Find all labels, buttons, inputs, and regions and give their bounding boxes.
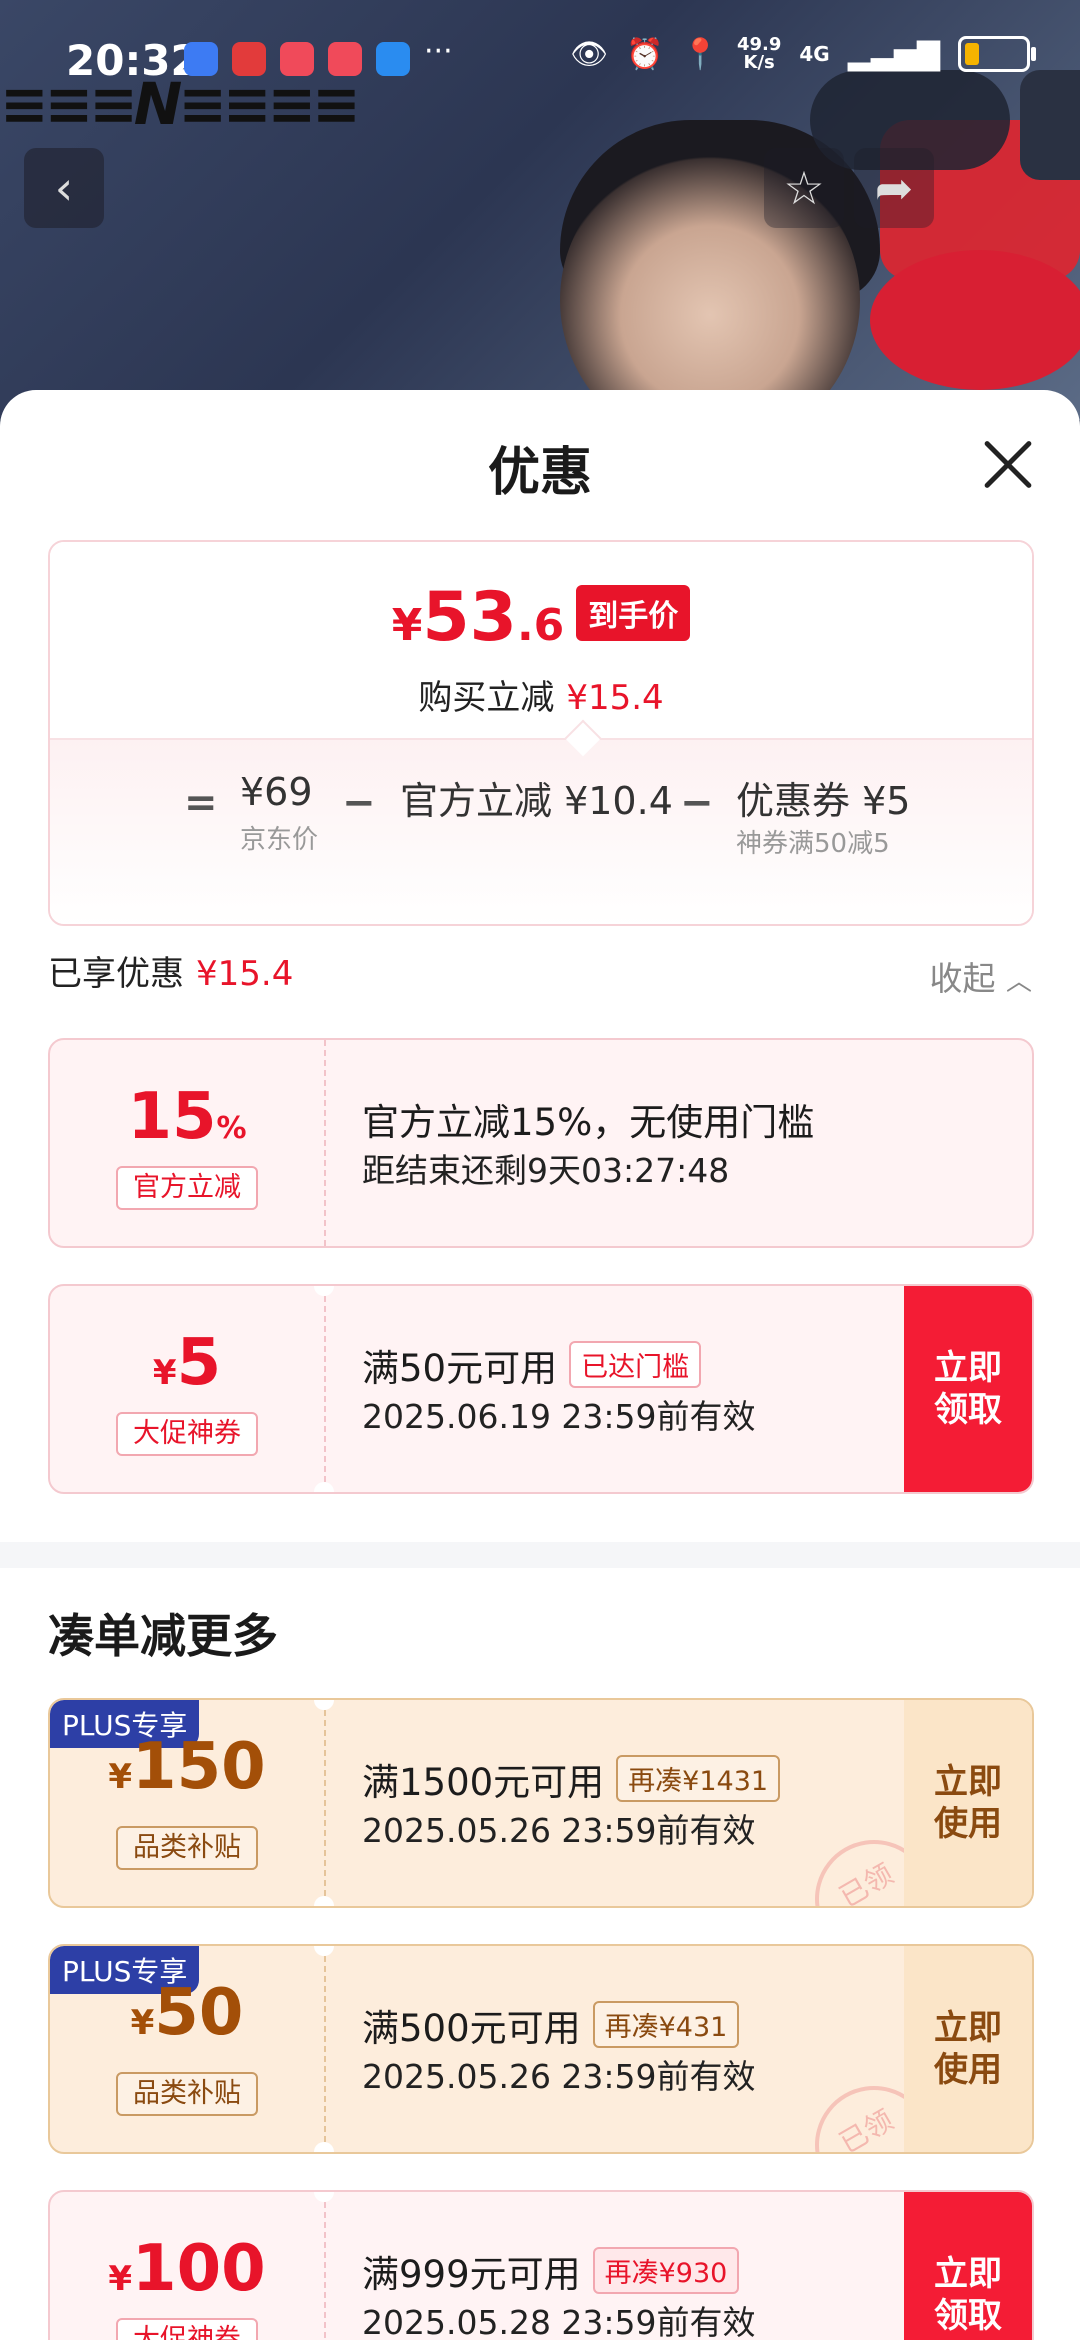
- status-time: 20:32: [66, 36, 200, 85]
- coupon-promo-100: ¥100 大促神券 满999元可用 再凑¥930 2025.05.28 23:59…: [48, 2190, 1034, 2340]
- net-speed: 49.9 K/s: [736, 34, 782, 73]
- chevron-left-icon: ‹: [54, 161, 74, 215]
- coupon-reduction: 优惠券 ¥5: [736, 779, 911, 823]
- section-divider: [0, 1542, 1080, 1568]
- collapse-button[interactable]: 收起 ︿: [929, 952, 1032, 1000]
- coupon-amount: ¥150: [108, 1730, 266, 1804]
- coupon-condition: 满999元可用 再凑¥930: [362, 2244, 740, 2298]
- app-notification-icon: [184, 42, 218, 76]
- section-title-more: 凑单减更多: [48, 1609, 278, 1663]
- final-price-tag: 到手价: [576, 585, 691, 641]
- coupon-description: 官方立减15%，无使用门槛: [362, 1101, 815, 1144]
- official-reduction: 官方立减 ¥10.4: [400, 779, 673, 823]
- coupon-official-reduction: 15% 官方立减 官方立减15%，无使用门槛 距结束还剩9天03:27:48: [48, 1038, 1034, 1248]
- close-button[interactable]: [980, 436, 1036, 492]
- base-price-label: 京东价: [240, 825, 319, 855]
- coupon-condition: 满1500元可用 再凑¥1431: [362, 1752, 781, 1806]
- coupon-kind: 品类补贴: [116, 1826, 258, 1870]
- coupon-amount: ¥5: [152, 1326, 222, 1400]
- network-type: 4G: [799, 42, 830, 66]
- price-formula: = ¥69 京东价 − 官方立减 ¥10.4 − 优惠券 ¥5 神券满50减5: [50, 762, 1032, 902]
- price-breakdown-card: ¥53.6 到手价 购买立减 ¥15.4 = ¥69 京东价 − 官方立减 ¥10.…: [48, 540, 1034, 926]
- more-notifications-icon: ···: [424, 34, 453, 69]
- coupon-condition: 满500元可用 再凑¥431: [362, 1998, 740, 2052]
- coupon-plus-50: PLUS专享 ¥50 品类补贴 满500元可用 再凑¥431 2025.05.26…: [48, 1944, 1034, 2154]
- coupon-condition: 满50元可用 已达门槛: [362, 1338, 702, 1392]
- add-more-badge: 再凑¥431: [592, 2001, 740, 2048]
- use-coupon-button[interactable]: 立即使用: [904, 1700, 1032, 1906]
- add-more-badge: 再凑¥930: [592, 2247, 740, 2294]
- claim-coupon-button[interactable]: 立即领取: [904, 1286, 1032, 1492]
- alarm-icon: ⏰: [626, 36, 664, 72]
- app-notification-icon: [232, 42, 266, 76]
- enjoyed-discount: 已享优惠 ¥15.4: [48, 954, 294, 994]
- app-notification-icon: [376, 42, 410, 76]
- sheet-title: 优惠: [487, 443, 592, 503]
- battery-icon: [958, 36, 1036, 72]
- coupon-validity: 2025.05.28 23:59前有效: [362, 2303, 756, 2340]
- coupon-plus-150: PLUS专享 ¥150 品类补贴 满1500元可用 再凑¥1431 2025.05…: [48, 1698, 1034, 1908]
- coupon-kind: 官方立减: [116, 1166, 258, 1210]
- final-price: ¥53.6 到手价: [50, 578, 1032, 657]
- coupon-promo: ¥5 大促神券 满50元可用 已达门槛 2025.06.19 23:59前有效 立…: [48, 1284, 1034, 1494]
- add-more-badge: 再凑¥1431: [616, 1755, 781, 1802]
- coupon-reduction-label: 神券满50减5: [736, 829, 890, 859]
- purchase-reduction: 购买立减 ¥15.4: [418, 678, 664, 718]
- app-notification-icon: [280, 42, 314, 76]
- app-notification-icon: [328, 42, 362, 76]
- base-price: ¥69: [240, 770, 313, 814]
- notification-icons: ···: [184, 34, 453, 76]
- favorite-button[interactable]: ☆: [764, 148, 844, 228]
- signal-icon: ▂▃▅▇: [847, 36, 940, 72]
- coupon-kind: 大促神券: [116, 2318, 258, 2340]
- coupon-kind: 大促神券: [116, 1412, 258, 1456]
- coupon-validity: 2025.06.19 23:59前有效: [362, 1397, 756, 1436]
- coupon-amount: 15%: [127, 1080, 247, 1154]
- status-bar: 20:32 ··· 👁 ⏰ 📍 49.9 K/s 4G ▂▃▅▇: [0, 0, 1080, 120]
- promo-banner-2: [870, 250, 1080, 390]
- claim-coupon-button[interactable]: 立即领取: [904, 2192, 1032, 2340]
- eye-icon: 👁: [570, 36, 609, 72]
- coupon-validity: 2025.05.26 23:59前有效: [362, 2057, 756, 2096]
- status-right: 👁 ⏰ 📍 49.9 K/s 4G ▂▃▅▇: [570, 34, 1036, 73]
- share-button[interactable]: ➦: [854, 148, 934, 228]
- threshold-reached-badge: 已达门槛: [569, 1341, 702, 1388]
- chevron-up-icon: ︿: [1005, 967, 1032, 997]
- coupon-validity: 2025.05.26 23:59前有效: [362, 1811, 756, 1850]
- star-icon: ☆: [783, 161, 825, 215]
- location-icon: 📍: [681, 36, 719, 72]
- coupon-amount: ¥100: [108, 2232, 266, 2306]
- use-coupon-button[interactable]: 立即使用: [904, 1946, 1032, 2152]
- coupon-kind: 品类补贴: [116, 2072, 258, 2116]
- back-button[interactable]: ‹: [24, 148, 104, 228]
- coupon-countdown: 距结束还剩9天03:27:48: [362, 1151, 730, 1190]
- discount-sheet: 优惠 ¥53.6 到手价 购买立减 ¥15.4 = ¥69 京东价 − 官方立减 ¥…: [0, 390, 1080, 2340]
- share-icon: ➦: [874, 161, 914, 215]
- coupon-amount: ¥50: [130, 1976, 244, 2050]
